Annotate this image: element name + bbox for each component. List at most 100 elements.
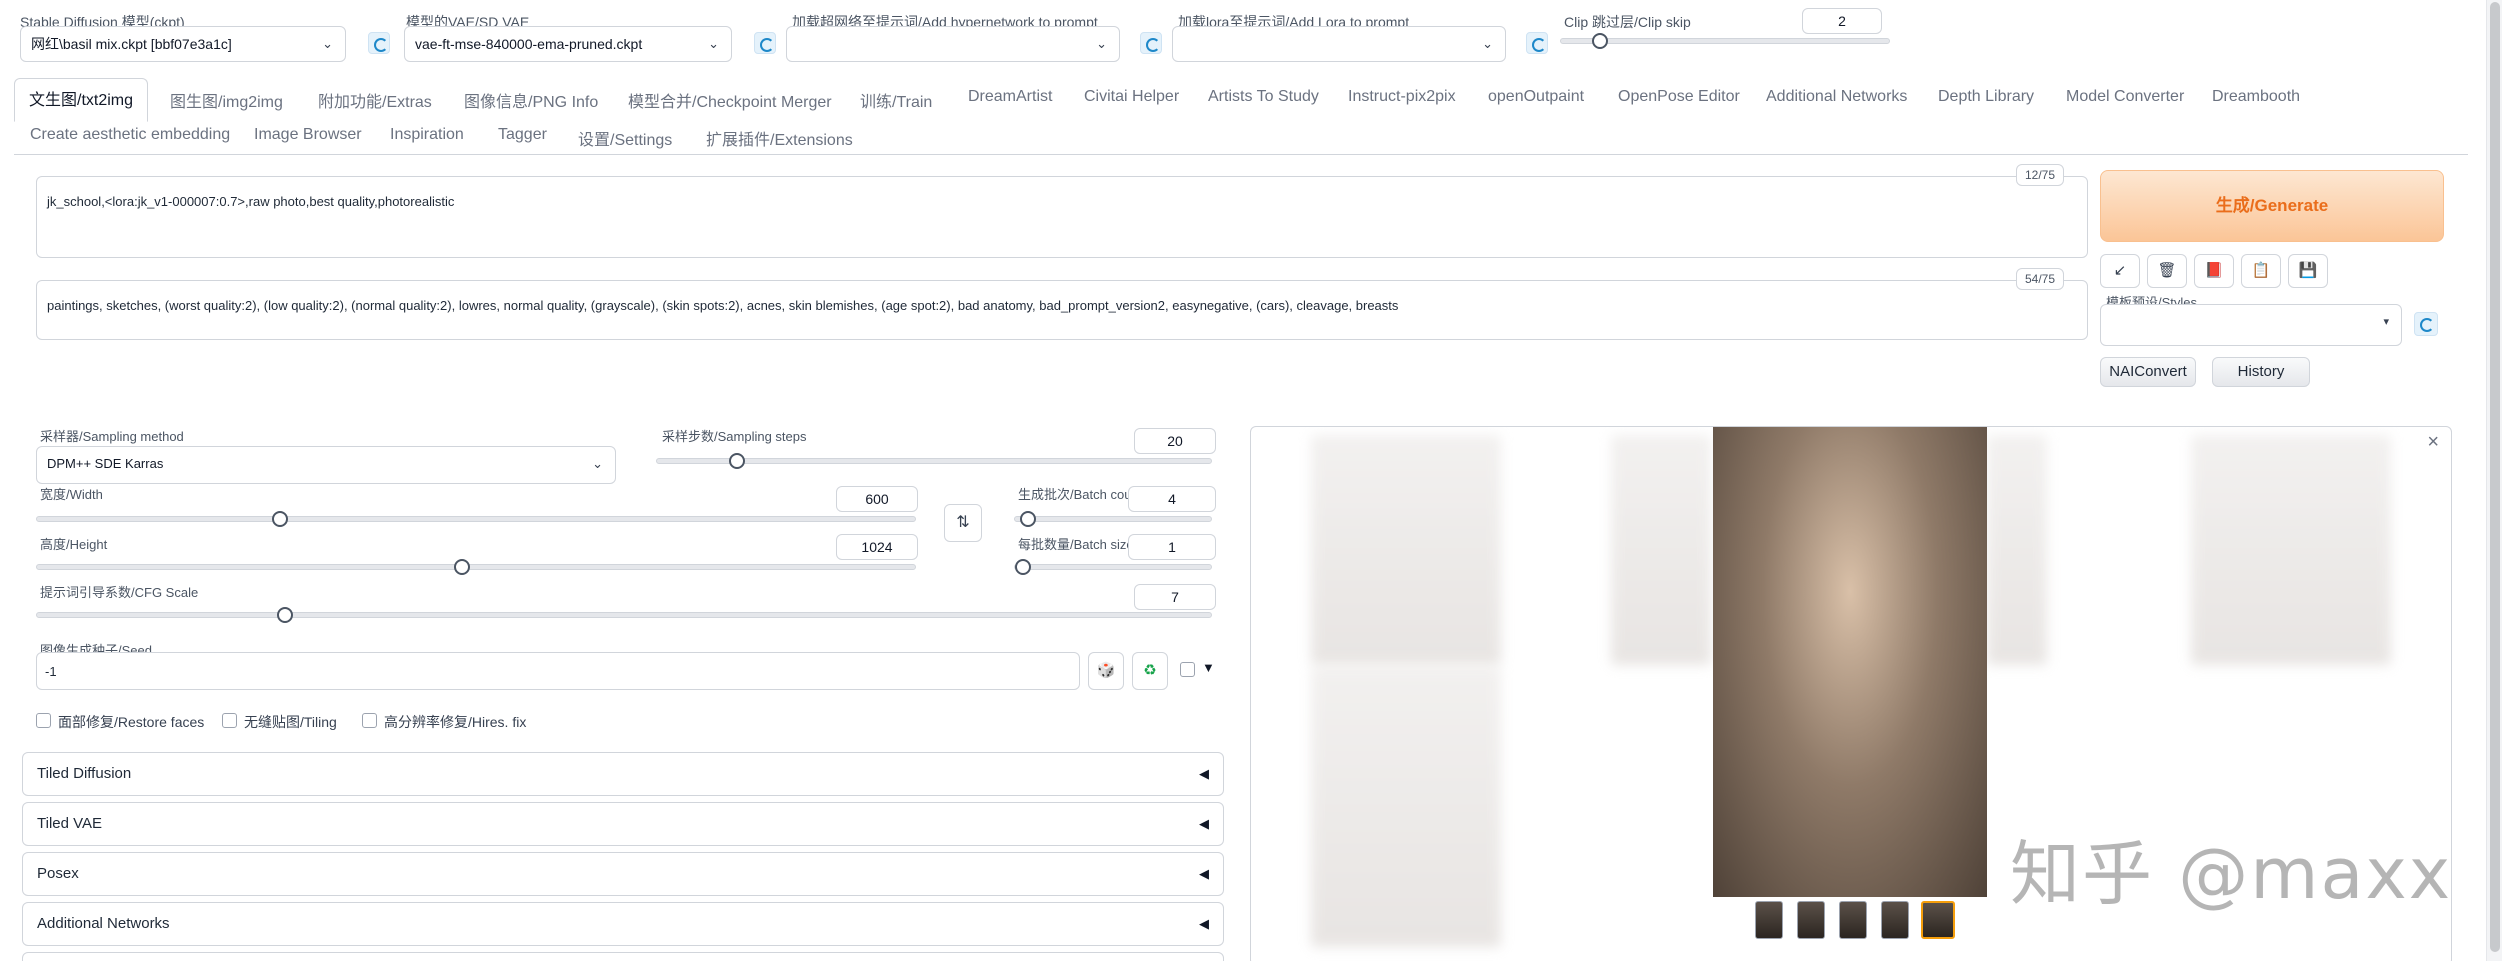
batch-size-slider[interactable]	[1014, 559, 1212, 575]
slider-thumb[interactable]	[1592, 33, 1609, 49]
tab-extra-4[interactable]: 设置/Settings	[578, 126, 672, 150]
swap-dimensions-button[interactable]: ⇅	[944, 504, 982, 542]
batch-count-slider[interactable]	[1014, 511, 1212, 527]
cfg-input[interactable]: 7	[1134, 584, 1216, 610]
tab-extra-2[interactable]: Inspiration	[390, 126, 464, 144]
refresh-styles-icon[interactable]	[2414, 312, 2438, 336]
naiconvert-button[interactable]: NAIConvert	[2100, 357, 2196, 387]
width-input[interactable]: 600	[836, 486, 918, 512]
seed-input[interactable]: -1	[36, 652, 1080, 690]
extra-seed-checkbox[interactable]	[1180, 662, 1195, 677]
slider-thumb[interactable]	[728, 453, 745, 469]
tiling-checkbox[interactable]	[222, 713, 237, 728]
tab-12[interactable]: Additional Networks	[1766, 88, 1907, 106]
width-slider[interactable]	[36, 511, 916, 527]
chevron-down-icon: ⌄	[592, 456, 603, 471]
collapse-arrow-icon: ◀	[1199, 916, 1209, 931]
slider-thumb[interactable]	[1020, 511, 1037, 527]
close-icon[interactable]: ×	[2427, 431, 2439, 454]
negative-prompt-text: paintings, sketches, (worst quality:2), …	[47, 298, 1399, 313]
hires-fix-checkbox[interactable]	[362, 713, 377, 728]
refresh-lora-icon[interactable]	[1526, 32, 1548, 54]
gallery-thumbnail[interactable]	[1755, 901, 1783, 939]
accordion-tiled-diffusion[interactable]: Tiled Diffusion ◀	[22, 752, 1224, 796]
tab-0[interactable]: 文生图/txt2img	[14, 78, 149, 122]
tab-15[interactable]: Dreambooth	[2212, 88, 2300, 106]
reuse-seed-recycle-icon[interactable]: ♻	[1132, 652, 1168, 690]
tab-4[interactable]: 模型合并/Checkpoint Merger	[628, 88, 832, 112]
clip-skip-input[interactable]: 2	[1802, 8, 1882, 34]
accordion-additional-networks[interactable]: Additional Networks ◀	[22, 902, 1224, 946]
collapse-arrow-icon: ◀	[1199, 816, 1209, 831]
accordion-posex[interactable]: Posex ◀	[22, 852, 1224, 896]
sampling-method-dropdown[interactable]: DPM++ SDE Karras ⌄	[36, 446, 616, 484]
tab-extra-5[interactable]: 扩展插件/Extensions	[706, 126, 853, 150]
tab-13[interactable]: Depth Library	[1938, 88, 2034, 106]
chevron-down-icon: ⌄	[708, 36, 719, 51]
batch-count-input[interactable]: 4	[1128, 486, 1216, 512]
clipboard-icon[interactable]: 📋	[2241, 254, 2281, 288]
page-scrollbar[interactable]	[2486, 0, 2502, 961]
slider-thumb[interactable]	[1015, 559, 1031, 575]
sampling-method-value: DPM++ SDE Karras	[47, 456, 164, 471]
gallery-thumbnail[interactable]	[1839, 901, 1867, 939]
tab-extra-0[interactable]: Create aesthetic embedding	[30, 126, 230, 144]
tab-3[interactable]: 图像信息/PNG Info	[464, 88, 598, 112]
tab-5[interactable]: 训练/Train	[860, 88, 932, 112]
generated-image-preview[interactable]	[1713, 427, 1987, 897]
paste-params-icon[interactable]: ↙	[2100, 254, 2140, 288]
slider-thumb[interactable]	[272, 511, 289, 527]
tab-8[interactable]: Artists To Study	[1208, 88, 1319, 106]
lora-dropdown[interactable]: ⌄	[1172, 26, 1506, 62]
cfg-slider[interactable]	[36, 607, 1212, 623]
refresh-vae-icon[interactable]	[754, 32, 776, 54]
history-button[interactable]: History	[2212, 357, 2310, 387]
batch-size-label: 每批数量/Batch size	[1018, 537, 1134, 552]
accordion-title: Additional Networks	[37, 915, 170, 932]
scrollbar-thumb[interactable]	[2490, 2, 2500, 952]
batch-size-input[interactable]: 1	[1128, 534, 1216, 560]
sampling-steps-slider[interactable]	[656, 453, 1212, 469]
tab-9[interactable]: Instruct-pix2pix	[1348, 88, 1456, 106]
tab-2[interactable]: 附加功能/Extras	[318, 88, 432, 112]
sd-model-dropdown[interactable]: 网红\basil mix.ckpt [bbf07e3a1c] ⌄	[20, 26, 346, 62]
chevron-down-icon: ⌄	[1482, 36, 1493, 51]
negative-prompt-textarea[interactable]: paintings, sketches, (worst quality:2), …	[36, 280, 2088, 340]
extra-networks-icon[interactable]: 📕	[2194, 254, 2234, 288]
tab-1[interactable]: 图生图/img2img	[170, 88, 283, 112]
tab-14[interactable]: Model Converter	[2066, 88, 2184, 106]
trash-icon[interactable]: 🗑	[2147, 254, 2187, 288]
vae-dropdown[interactable]: vae-ft-mse-840000-ema-pruned.ckpt ⌄	[404, 26, 732, 62]
clip-skip-field: Clip 跳过层/Clip skip	[1564, 12, 1691, 32]
tab-7[interactable]: Civitai Helper	[1084, 88, 1179, 106]
accordion-tiled-vae[interactable]: Tiled VAE ◀	[22, 802, 1224, 846]
hires-fix-label: 高分辨率修复/Hires. fix	[384, 714, 527, 730]
restore-faces-label: 面部修复/Restore faces	[58, 714, 205, 730]
styles-dropdown[interactable]: ▾	[2100, 304, 2402, 346]
accordion-next[interactable]	[22, 952, 1224, 961]
tab-extra-3[interactable]: Tagger	[498, 126, 547, 144]
tab-11[interactable]: OpenPose Editor	[1618, 88, 1740, 106]
slider-thumb[interactable]	[276, 607, 293, 623]
gallery-thumbnail[interactable]	[1881, 901, 1909, 939]
seed-value: -1	[45, 664, 57, 679]
hypernetwork-dropdown[interactable]: ⌄	[786, 26, 1120, 62]
tab-extra-1[interactable]: Image Browser	[254, 126, 362, 144]
tab-6[interactable]: DreamArtist	[968, 88, 1052, 106]
height-input[interactable]: 1024	[836, 534, 918, 560]
prompt-textarea[interactable]: jk_school,<lora:jk_v1-000007:0.7>,raw ph…	[36, 176, 2088, 258]
clip-skip-slider[interactable]	[1560, 33, 1890, 49]
sampling-steps-input[interactable]: 20	[1134, 428, 1216, 454]
random-seed-dice-icon[interactable]: 🎲	[1088, 652, 1124, 690]
refresh-hypernetwork-icon[interactable]	[1140, 32, 1162, 54]
slider-thumb[interactable]	[454, 559, 471, 575]
gallery-thumbnail-selected[interactable]	[1921, 901, 1955, 939]
generate-button[interactable]: 生成/Generate	[2100, 170, 2444, 242]
save-style-icon[interactable]: 💾	[2288, 254, 2328, 288]
tab-10[interactable]: openOutpaint	[1488, 88, 1584, 106]
height-slider[interactable]	[36, 559, 916, 575]
extra-seed-toggle-icon[interactable]: ▼	[1202, 660, 1215, 675]
restore-faces-checkbox[interactable]	[36, 713, 51, 728]
refresh-models-icon[interactable]	[368, 32, 390, 54]
gallery-thumbnail[interactable]	[1797, 901, 1825, 939]
